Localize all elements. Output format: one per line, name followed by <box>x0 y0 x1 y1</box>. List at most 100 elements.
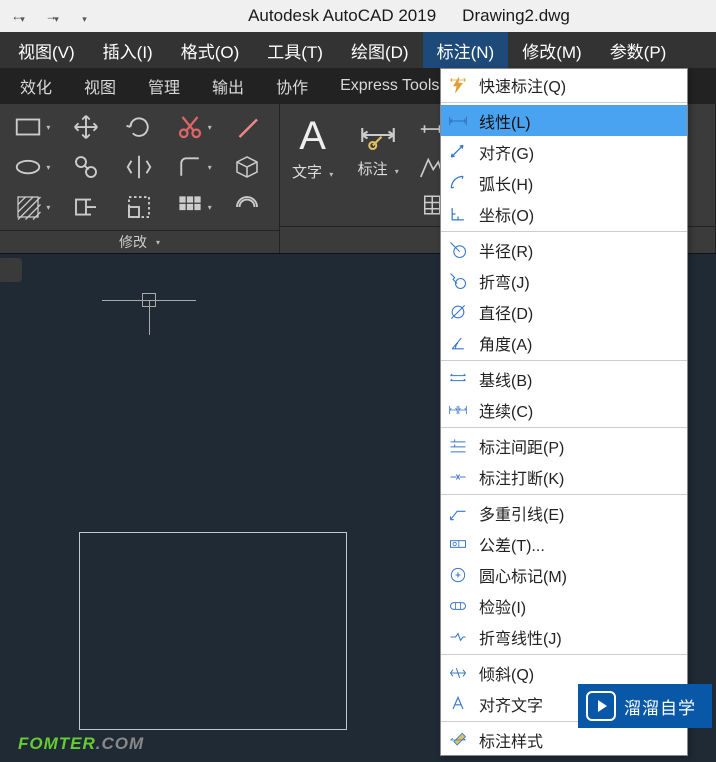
menu-item-label: 基线(B) <box>479 367 532 391</box>
rad-icon <box>447 239 469 261</box>
menu-item[interactable]: 绘图(D) <box>337 32 423 68</box>
rotate-icon[interactable] <box>118 112 162 142</box>
menu-item[interactable]: 格式(O) <box>167 32 254 68</box>
menu-item-space[interactable]: 标注间距(P) <box>441 430 687 461</box>
menu-item-insp[interactable]: 检验(I) <box>441 590 687 621</box>
hatch-icon[interactable]: ▾ <box>10 192 54 222</box>
menu-item[interactable]: 参数(P) <box>596 32 681 68</box>
box-icon[interactable] <box>225 152 269 182</box>
ellipse-icon[interactable]: ▾ <box>10 152 54 182</box>
watermark-badge: 溜溜自学 <box>578 684 712 728</box>
ribbon-tab[interactable]: 视图 <box>68 68 132 104</box>
menu-item-ang[interactable]: 角度(A) <box>441 327 687 358</box>
menu-item-label: 线性(L) <box>479 109 531 133</box>
menu-item-break[interactable]: 标注打断(K) <box>441 461 687 492</box>
menu-item[interactable]: 修改(M) <box>508 32 595 68</box>
menu-separator <box>441 427 687 428</box>
menu-item-label: 弧长(H) <box>479 171 533 195</box>
cursor-pickbox <box>142 293 156 307</box>
menu-item-quick[interactable]: 快速标注(Q) <box>441 69 687 100</box>
cont-icon <box>447 399 469 421</box>
menu-item-label: 对齐文字 <box>479 692 543 716</box>
obl-icon <box>447 662 469 684</box>
menu-separator <box>441 102 687 103</box>
menu-item-ord[interactable]: 坐标(O) <box>441 198 687 229</box>
menu-item-label: 坐标(O) <box>479 202 534 226</box>
menu-item[interactable]: 插入(I) <box>89 32 167 68</box>
move-icon[interactable] <box>64 112 108 142</box>
erase-icon[interactable] <box>225 112 269 142</box>
menu-item-label: 公差(T)... <box>479 532 545 556</box>
ord-icon <box>447 203 469 225</box>
dimension-tool[interactable]: 标注 ▾ <box>345 108 411 185</box>
menu-item-base[interactable]: 基线(B) <box>441 363 687 394</box>
jog-icon <box>447 270 469 292</box>
trim-icon[interactable]: ▾ <box>171 112 215 142</box>
cmark-icon <box>447 564 469 586</box>
menu-item-label: 多重引线(E) <box>479 501 564 525</box>
menu-item-cont[interactable]: 连续(C) <box>441 394 687 425</box>
stretch-icon[interactable] <box>64 192 108 222</box>
ribbon-tab[interactable]: 效化 <box>4 68 68 104</box>
ang-icon <box>447 332 469 354</box>
menu-item-joglin[interactable]: 折弯线性(J) <box>441 621 687 652</box>
menu-item-label: 圆心标记(M) <box>479 563 567 587</box>
menu-item-label: 标注打断(K) <box>479 465 564 489</box>
nav-fwd-icon[interactable]: →▾ <box>38 6 66 26</box>
menu-item-label: 倾斜(Q) <box>479 661 534 685</box>
offset-icon[interactable] <box>225 192 269 222</box>
menu-item-linear[interactable]: 线性(L) <box>441 105 687 136</box>
base-icon <box>447 368 469 390</box>
break-icon <box>447 466 469 488</box>
menu-item-tol[interactable]: 公差(T)... <box>441 528 687 559</box>
ribbon-tab[interactable]: 输出 <box>196 68 260 104</box>
scale-icon[interactable] <box>118 192 162 222</box>
mlead-icon <box>447 502 469 524</box>
dimension-menu: 快速标注(Q) 线性(L) 对齐(G) 弧长(H) 坐标(O) 半径(R) 折弯(J) 直径(… <box>440 68 688 756</box>
play-icon <box>586 691 616 721</box>
menu-item-label: 快速标注(Q) <box>479 73 566 97</box>
ribbon-tab[interactable]: 协作 <box>260 68 324 104</box>
menu-item-mlead[interactable]: 多重引线(E) <box>441 497 687 528</box>
array-icon[interactable]: ▾ <box>171 192 215 222</box>
menu-item-rad[interactable]: 半径(R) <box>441 234 687 265</box>
menu-item-jog[interactable]: 折弯(J) <box>441 265 687 296</box>
menu-item[interactable]: 视图(V) <box>4 32 89 68</box>
menu-item-cmark[interactable]: 圆心标记(M) <box>441 559 687 590</box>
linear-icon <box>447 110 469 132</box>
layout-tab-handle[interactable] <box>0 258 22 282</box>
ribbon-tab[interactable]: Express Tools <box>324 68 455 104</box>
menu-item-label: 半径(R) <box>479 238 533 262</box>
menu-item-label: 对齐(G) <box>479 140 534 164</box>
menu-item-label: 角度(A) <box>479 331 532 355</box>
menu-item[interactable]: 工具(T) <box>253 32 337 68</box>
aligned-icon <box>447 141 469 163</box>
panel-label-modify[interactable]: 修改▾ <box>0 230 279 253</box>
menu-separator <box>441 494 687 495</box>
menu-separator <box>441 654 687 655</box>
joglin-icon <box>447 626 469 648</box>
menu-item-aligned[interactable]: 对齐(G) <box>441 136 687 167</box>
menu-item-label: 折弯(J) <box>479 269 530 293</box>
menu-item-dia[interactable]: 直径(D) <box>441 296 687 327</box>
menu-item-arc[interactable]: 弧长(H) <box>441 167 687 198</box>
menu-item-label: 折弯线性(J) <box>479 625 562 649</box>
menu-item[interactable]: 标注(N) <box>423 32 509 68</box>
text-A-icon: A <box>299 114 326 159</box>
menu-item-label: 直径(D) <box>479 300 533 324</box>
menu-separator <box>441 231 687 232</box>
ribbon-tab[interactable]: 管理 <box>132 68 196 104</box>
text-tool[interactable]: A 文字 ▾ <box>280 108 345 188</box>
menu-item-label: 标注样式 <box>479 728 543 752</box>
dstyle-icon <box>447 729 469 751</box>
nav-back-icon[interactable]: ←▾ <box>4 6 32 26</box>
menu-item-label: 标注间距(P) <box>479 434 564 458</box>
nav-more-icon[interactable]: ▾ <box>72 6 100 26</box>
copy-icon[interactable] <box>64 152 108 182</box>
rectangle-icon[interactable]: ▾ <box>10 112 54 142</box>
fillet-icon[interactable]: ▾ <box>171 152 215 182</box>
menu-item-label: 检验(I) <box>479 594 526 618</box>
menu-item-dstyle[interactable]: 标注样式 <box>441 724 687 755</box>
menu-separator <box>441 360 687 361</box>
mirror-icon[interactable] <box>118 152 162 182</box>
